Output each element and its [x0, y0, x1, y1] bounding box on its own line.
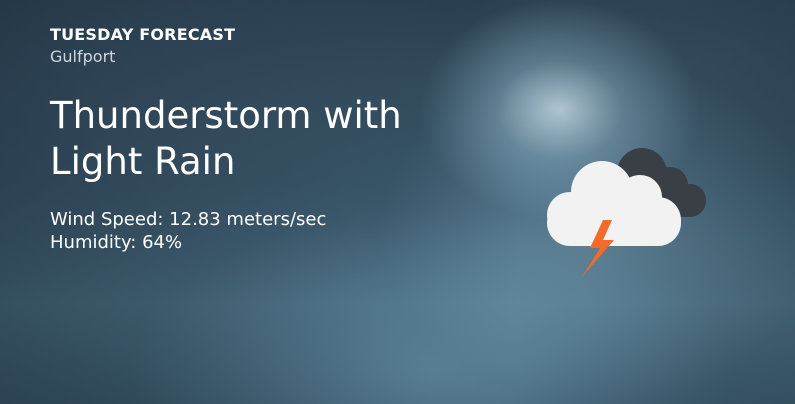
- wind-speed: Wind Speed: 12.83 meters/sec: [50, 209, 327, 230]
- forecast-day-label: TUESDAY FORECAST: [50, 25, 236, 44]
- weather-condition: Thunderstorm with Light Rain: [50, 94, 402, 183]
- weather-details: Wind Speed: 12.83 meters/sec Humidity: 6…: [50, 208, 450, 254]
- forecast-card: TUESDAY FORECAST Gulfport Thunderstorm w…: [0, 0, 795, 404]
- forecast-text: TUESDAY FORECAST Gulfport Thunderstorm w…: [50, 25, 450, 254]
- city-name: Gulfport: [50, 47, 116, 66]
- humidity: Humidity: 64%: [50, 232, 183, 253]
- thunderstorm-icon: [547, 148, 706, 277]
